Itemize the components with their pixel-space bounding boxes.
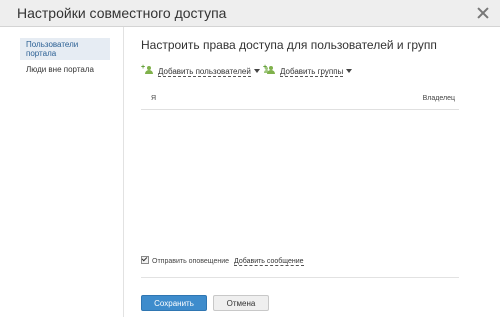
add-groups-dropdown[interactable]: +Добавить группы xyxy=(263,64,353,77)
dialog-titlebar: Настройки совместного доступа xyxy=(0,0,500,27)
role-cell: Владелец xyxy=(422,95,455,102)
sharing-settings-dialog: Настройки совместного доступа Пользовате… xyxy=(0,0,500,317)
notify-row: Отправить оповещение Добавить сообщение xyxy=(141,256,304,266)
caret-down-icon xyxy=(346,69,353,73)
notify-checkbox[interactable] xyxy=(141,256,149,264)
sidebar-item-portal-users[interactable]: Пользователи портала xyxy=(20,38,110,60)
add-message-link[interactable]: Добавить сообщение xyxy=(234,258,304,266)
sidebar: Пользователи портала Люди вне портала xyxy=(0,27,124,317)
divider xyxy=(141,277,459,278)
add-users-dropdown[interactable]: + Добавить пользователей xyxy=(141,64,260,77)
cancel-button[interactable]: Отмена xyxy=(213,295,269,311)
notify-label: Отправить оповещение xyxy=(152,258,230,265)
save-button[interactable]: Сохранить xyxy=(141,295,207,311)
user-name-cell: Я xyxy=(151,95,157,102)
add-user-icon: + xyxy=(141,64,155,75)
caret-down-icon xyxy=(253,69,260,73)
add-users-label: Добавить пользователей xyxy=(158,67,251,77)
sidebar-item-external-people[interactable]: Люди вне портала xyxy=(20,63,110,76)
add-groups-label: Добавить группы xyxy=(280,67,344,77)
page-title: Настроить права доступа для пользователе… xyxy=(141,38,437,52)
dialog-title: Настройки совместного доступа xyxy=(17,5,227,21)
access-table-row: Я Владелец xyxy=(141,89,459,110)
add-group-icon: + xyxy=(263,64,277,75)
close-icon[interactable] xyxy=(477,7,489,19)
